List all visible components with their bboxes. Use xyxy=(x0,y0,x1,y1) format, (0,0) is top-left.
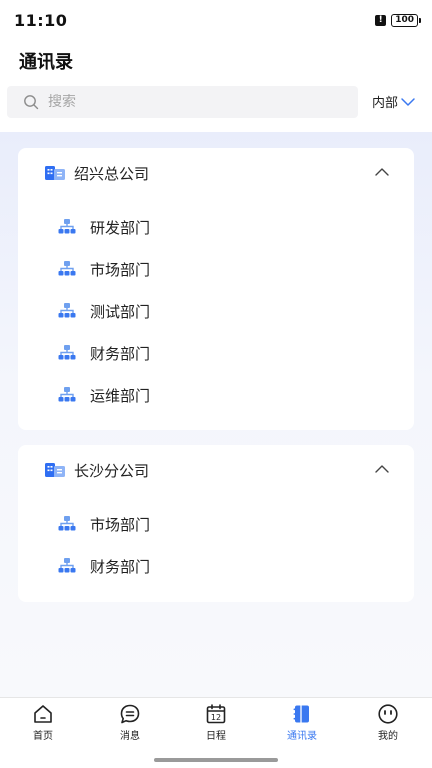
department-item[interactable]: 测试部门 xyxy=(18,290,414,332)
status-bar: 11:10 ! 100 xyxy=(0,0,432,40)
company-card: 绍兴总公司 研发部门 市场部门 测试部门 财务部门 运维部门 xyxy=(18,148,414,430)
org-chart-icon xyxy=(58,303,76,318)
chevron-down-icon xyxy=(401,97,415,106)
org-chart-icon xyxy=(58,261,76,276)
department-label: 测试部门 xyxy=(90,303,151,321)
chevron-up-icon[interactable] xyxy=(374,463,390,475)
chevron-up-icon[interactable] xyxy=(374,166,390,178)
tab-label: 日程 xyxy=(206,731,226,742)
tab-schedule[interactable]: 12 日程 xyxy=(186,703,246,743)
company-icon xyxy=(45,463,65,477)
alert-icon: ! xyxy=(375,14,387,26)
status-icons: ! 100 xyxy=(375,13,421,27)
tab-profile[interactable]: 我的 xyxy=(358,703,418,743)
search-box[interactable] xyxy=(7,86,358,118)
org-chart-icon xyxy=(58,345,76,360)
battery-icon: 100 xyxy=(391,13,421,27)
contacts-list: 绍兴总公司 研发部门 市场部门 测试部门 财务部门 运维部门 长沙分公司 市场部… xyxy=(0,132,432,697)
department-label: 财务部门 xyxy=(90,345,151,363)
department-label: 财务部门 xyxy=(90,558,151,576)
home-icon xyxy=(34,705,52,723)
calendar-day: 12 xyxy=(211,713,221,722)
org-chart-icon xyxy=(58,387,76,402)
department-item[interactable]: 财务部门 xyxy=(18,332,414,374)
company-card: 长沙分公司 市场部门 财务部门 xyxy=(18,445,414,602)
profile-icon xyxy=(378,704,398,724)
tab-label: 我的 xyxy=(378,731,398,742)
contacts-icon xyxy=(293,705,309,723)
org-chart-icon xyxy=(58,516,76,531)
tab-home[interactable]: 首页 xyxy=(13,703,73,743)
status-time: 11:10 xyxy=(14,10,68,30)
tab-contacts[interactable]: 通讯录 xyxy=(272,703,332,743)
message-icon xyxy=(120,704,140,724)
department-item[interactable]: 市场部门 xyxy=(18,248,414,290)
company-name: 长沙分公司 xyxy=(74,462,150,480)
calendar-icon: 12 xyxy=(206,704,226,724)
department-item[interactable]: 市场部门 xyxy=(18,503,414,545)
org-chart-icon xyxy=(58,558,76,573)
company-header[interactable]: 长沙分公司 xyxy=(18,445,414,495)
search-row: 内部 xyxy=(0,84,432,120)
department-label: 市场部门 xyxy=(90,516,151,534)
department-item[interactable]: 研发部门 xyxy=(18,206,414,248)
home-indicator[interactable] xyxy=(154,758,278,762)
org-chart-icon xyxy=(58,219,76,234)
page-title: 通讯录 xyxy=(19,52,73,73)
scope-label: 内部 xyxy=(372,96,399,111)
search-input[interactable] xyxy=(48,94,328,110)
scope-dropdown[interactable]: 内部 xyxy=(372,92,416,111)
department-item[interactable]: 运维部门 xyxy=(18,374,414,416)
department-label: 市场部门 xyxy=(90,261,151,279)
company-header[interactable]: 绍兴总公司 xyxy=(18,148,414,198)
search-icon xyxy=(24,95,39,110)
company-icon xyxy=(45,166,65,180)
department-item[interactable]: 财务部门 xyxy=(18,545,414,587)
tab-messages[interactable]: 消息 xyxy=(100,703,160,743)
tab-label: 首页 xyxy=(33,731,53,742)
department-label: 运维部门 xyxy=(90,387,151,405)
tab-label: 通讯录 xyxy=(287,731,317,742)
company-name: 绍兴总公司 xyxy=(74,165,150,183)
department-label: 研发部门 xyxy=(90,219,151,237)
tab-label: 消息 xyxy=(120,731,140,742)
